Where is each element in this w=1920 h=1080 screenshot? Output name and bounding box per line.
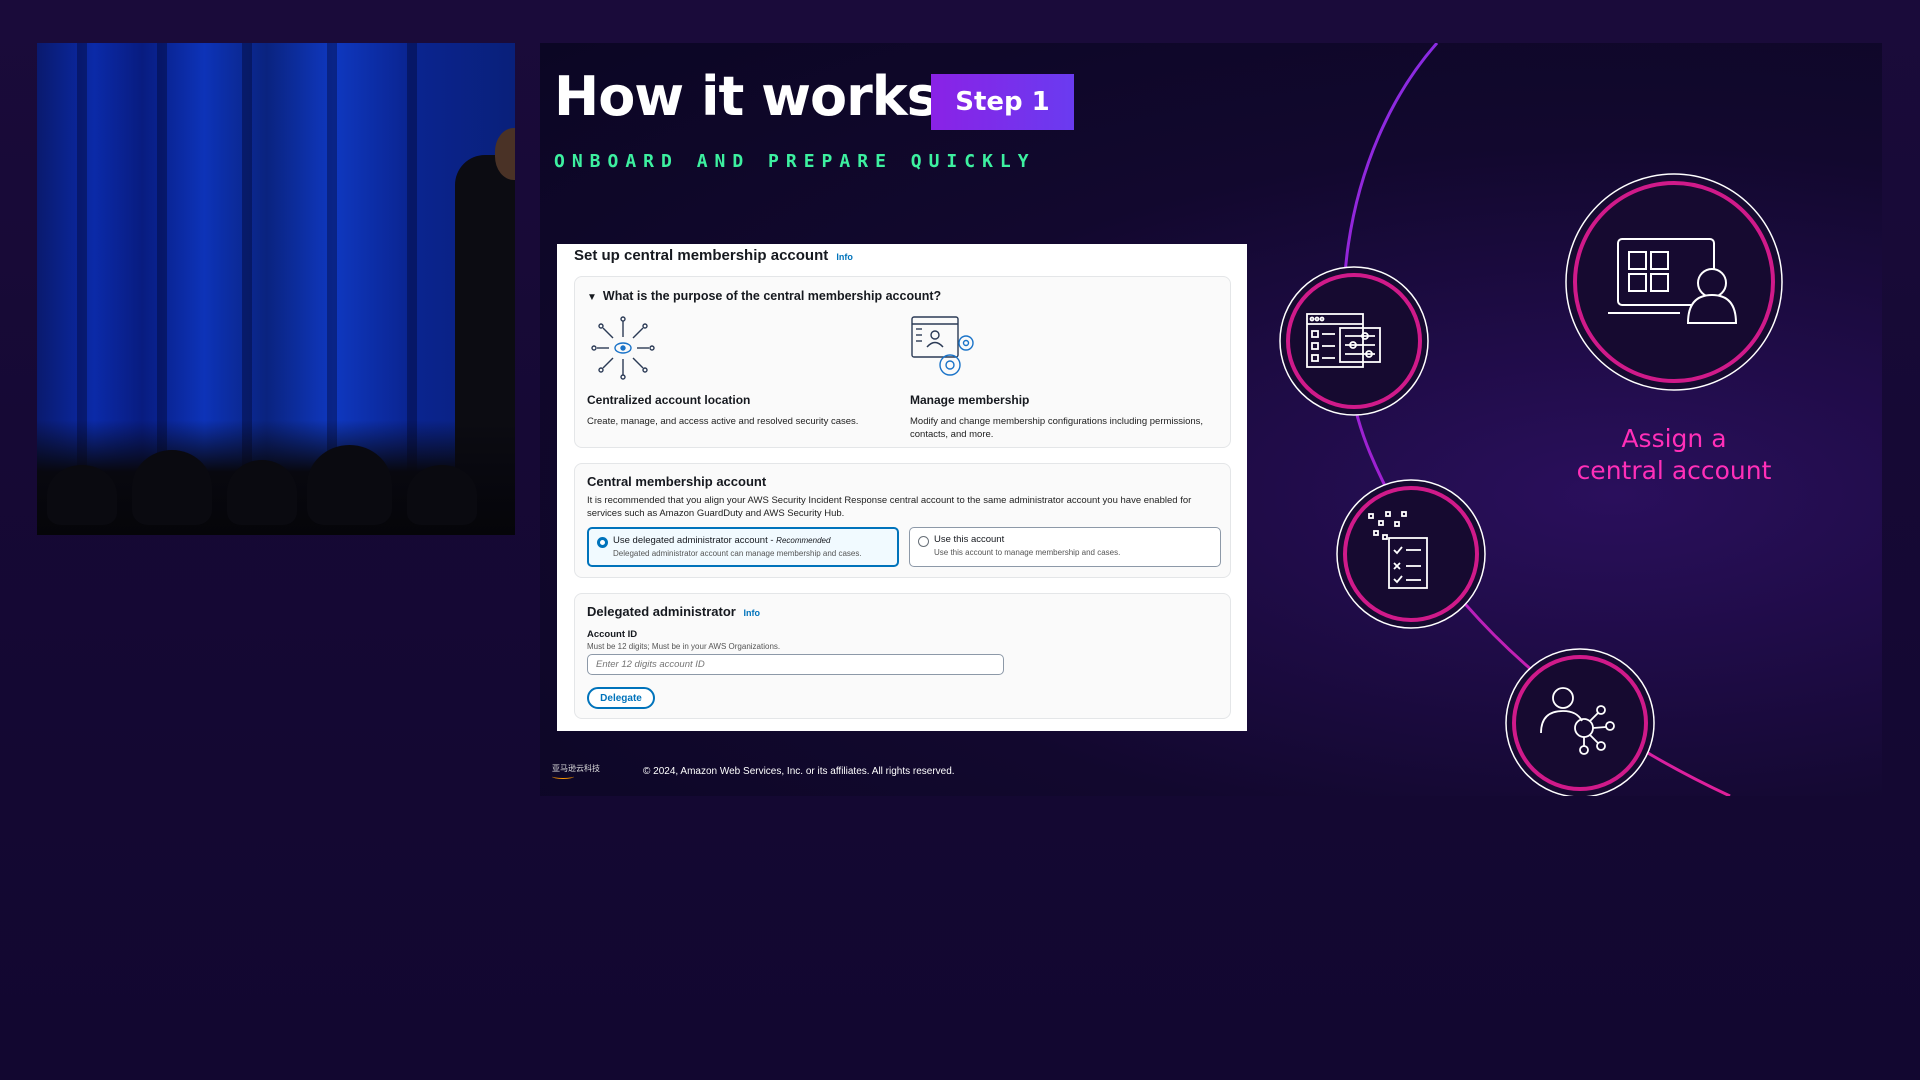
step-circle-checklist [1336, 479, 1486, 629]
assign-label-line2: central account [1576, 456, 1772, 485]
speaker-video-feed [37, 43, 515, 535]
presentation-slide: How it works Step 1 ONBOARD AND PREPARE … [540, 43, 1882, 796]
workflow-diagram [1279, 43, 1783, 796]
step-circle-assign [1565, 173, 1783, 391]
step-circle-settings [1279, 266, 1429, 416]
step-circle-users [1505, 648, 1655, 796]
assign-central-account-label: Assign a central account [1544, 423, 1804, 487]
assign-label-line1: Assign a [1621, 424, 1727, 453]
